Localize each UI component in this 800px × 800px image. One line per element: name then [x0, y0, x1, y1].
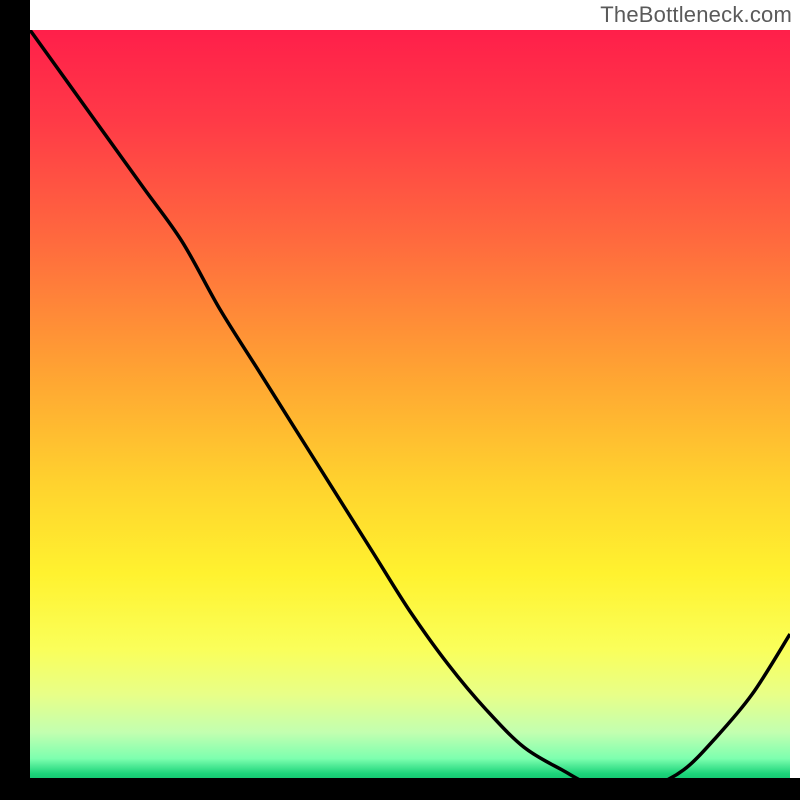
- watermark-label: TheBottleneck.com: [600, 2, 792, 28]
- bottleneck-chart: [0, 0, 800, 800]
- plot-background: [30, 30, 790, 785]
- chart-stage: TheBottleneck.com: [0, 0, 800, 800]
